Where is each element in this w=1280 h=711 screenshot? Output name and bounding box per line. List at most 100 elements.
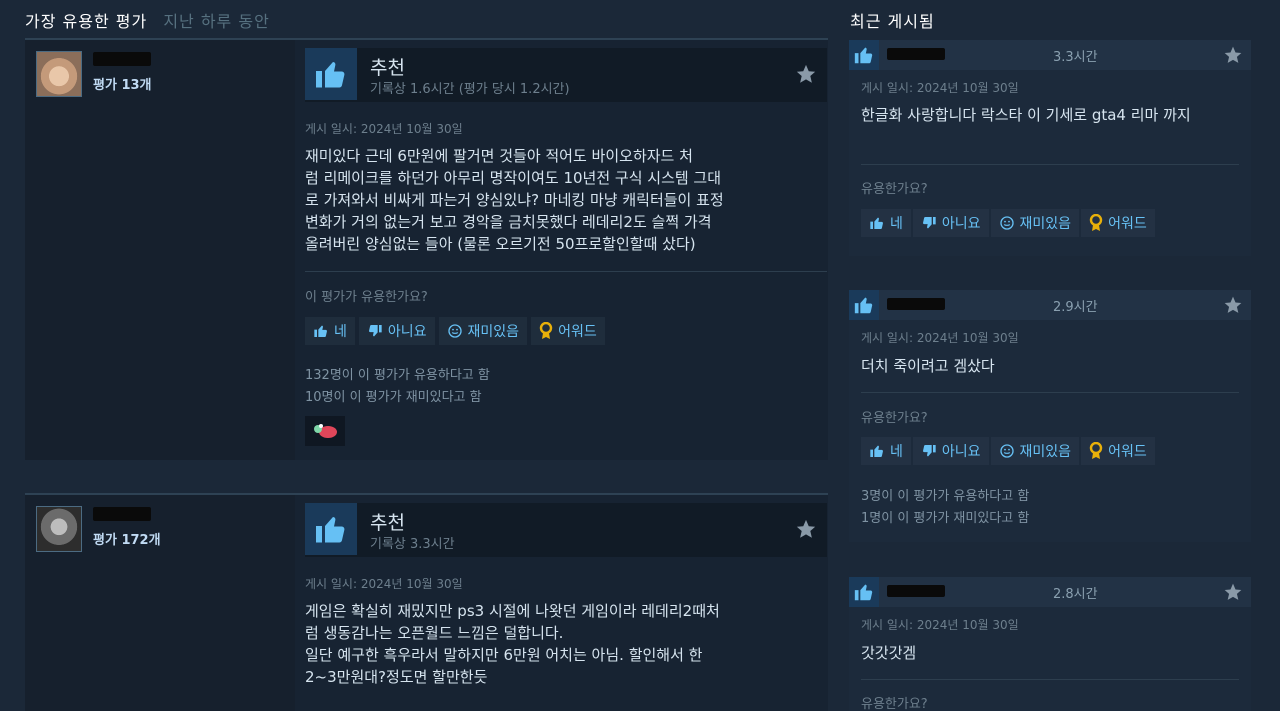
vote-no-button[interactable]: 아니요 bbox=[358, 317, 435, 345]
section-title: 가장 유용한 평가 bbox=[25, 12, 148, 31]
recent-review-header: 3.3시간 bbox=[849, 40, 1251, 70]
reviewer-name-redacted[interactable] bbox=[887, 48, 945, 60]
recent-review-card: 2.9시간 게시 일시: 2024년 10월 30일 더치 죽이려고 겜샀다 유… bbox=[849, 290, 1251, 542]
award-label: 어워드 bbox=[1108, 444, 1147, 460]
vote-no-label: 아니요 bbox=[941, 216, 981, 232]
recommendation-label: 추천 bbox=[370, 57, 405, 79]
review-body: 한글화 사랑합니다 락스타 이 기세로 gta4 리마 까지 bbox=[861, 106, 1191, 124]
recommendation-label: 추천 bbox=[370, 512, 405, 534]
thumbs-up-icon bbox=[314, 325, 327, 337]
award-icon bbox=[539, 322, 553, 339]
helpful-question: 유용한가요? bbox=[861, 182, 928, 197]
recent-review-card: 2.8시간 게시 일시: 2024년 10월 30일 갓갓갓겜 유용한가요? bbox=[849, 577, 1251, 711]
recent-review-card: 3.3시간 게시 일시: 2024년 10월 30일 한글화 사랑합니다 락스타… bbox=[849, 40, 1251, 256]
recent-playtime: 2.8시간 bbox=[1053, 587, 1098, 602]
posted-date: 게시 일시: 2024년 10월 30일 bbox=[305, 577, 463, 591]
posted-date: 게시 일시: 2024년 10월 30일 bbox=[861, 331, 1019, 345]
posted-date: 게시 일시: 2024년 10월 30일 bbox=[861, 81, 1019, 95]
vote-no-button[interactable]: 아니요 bbox=[912, 209, 989, 237]
thumbs-up-icon bbox=[305, 48, 357, 100]
smiley-icon bbox=[999, 216, 1014, 230]
star-icon[interactable] bbox=[1223, 45, 1243, 69]
reviewer-review-count[interactable]: 평가 13개 bbox=[93, 74, 152, 93]
helpful-count: 3명이 이 평가가 유용하다고 함 bbox=[861, 489, 1030, 504]
helpful-question: 이 평가가 유용한가요? bbox=[305, 290, 428, 305]
playtime: 기록상 1.6시간 (평가 당시 1.2시간) bbox=[370, 82, 570, 97]
vote-yes-button[interactable]: 네 bbox=[861, 209, 911, 237]
reviewer-name-redacted[interactable] bbox=[887, 298, 945, 310]
vote-funny-button[interactable]: 재미있음 bbox=[438, 317, 528, 345]
avatar[interactable] bbox=[36, 51, 82, 97]
received-award-icon[interactable] bbox=[305, 416, 345, 446]
funny-count: 1명이 이 평가가 재미있다고 함 bbox=[861, 511, 1030, 526]
star-icon[interactable] bbox=[1223, 295, 1243, 319]
thumbs-down-icon bbox=[922, 217, 936, 229]
vote-no-button[interactable]: 아니요 bbox=[912, 437, 989, 465]
reviewer-pane bbox=[25, 40, 295, 460]
thumbs-up-icon bbox=[870, 217, 883, 229]
award-label: 어워드 bbox=[558, 324, 597, 340]
vote-funny-label: 재미있음 bbox=[467, 324, 520, 340]
award-label: 어워드 bbox=[1108, 216, 1147, 232]
helpful-question: 유용한가요? bbox=[861, 411, 928, 426]
helpful-count: 132명이 이 평가가 유용하다고 함 bbox=[305, 368, 490, 383]
award-button[interactable]: 어워드 bbox=[531, 317, 605, 345]
review-divider bbox=[861, 679, 1239, 680]
thumbs-up-icon bbox=[870, 445, 883, 457]
recent-review-header: 2.9시간 bbox=[849, 290, 1251, 320]
thumbs-up-icon bbox=[305, 503, 357, 555]
thumbs-up-icon bbox=[849, 290, 879, 320]
vote-yes-label: 네 bbox=[334, 324, 347, 340]
vote-funny-button[interactable]: 재미있음 bbox=[990, 437, 1080, 465]
vote-yes-label: 네 bbox=[890, 216, 903, 232]
star-icon[interactable] bbox=[1223, 582, 1243, 606]
vote-funny-label: 재미있음 bbox=[1019, 216, 1072, 232]
reviewer-name-redacted[interactable] bbox=[93, 52, 151, 66]
thumbs-up-icon bbox=[849, 577, 879, 607]
review-divider bbox=[861, 164, 1239, 165]
vote-buttons: 네 아니요 재미있음 어워드 bbox=[861, 437, 1155, 465]
review-body: 재미있다 근데 6만원에 팔거면 것들아 적어도 바이오하자드 처 럼 리메이크… bbox=[305, 147, 724, 253]
award-icon bbox=[1089, 442, 1103, 459]
review-body: 더치 죽이려고 겜샀다 bbox=[861, 357, 995, 375]
review-card: 평가 172개 추천 기록상 3.3시간 게시 일시: 2024년 10월 30… bbox=[25, 495, 828, 711]
review-divider bbox=[305, 271, 827, 272]
award-icon bbox=[1089, 214, 1103, 231]
playtime: 기록상 3.3시간 bbox=[370, 537, 455, 552]
avatar[interactable] bbox=[36, 506, 82, 552]
most-helpful-header: 가장 유용한 평가 지난 하루 동안 bbox=[25, 8, 270, 31]
review-card: 평가 13개 추천 기록상 1.6시간 (평가 당시 1.2시간) 게시 일시:… bbox=[25, 40, 828, 460]
vote-no-label: 아니요 bbox=[941, 444, 981, 460]
recommendation-bar: 추천 기록상 1.6시간 (평가 당시 1.2시간) bbox=[305, 48, 827, 102]
vote-yes-button[interactable]: 네 bbox=[861, 437, 911, 465]
vote-buttons: 네 아니요 재미있음 어워드 bbox=[305, 317, 605, 345]
recent-playtime: 2.9시간 bbox=[1053, 300, 1098, 315]
review-body: 갓갓갓겜 bbox=[861, 644, 917, 662]
thumbs-down-icon bbox=[922, 445, 936, 457]
vote-no-label: 아니요 bbox=[387, 324, 427, 340]
recent-review-header: 2.8시간 bbox=[849, 577, 1251, 607]
reviewer-name-redacted[interactable] bbox=[887, 585, 945, 597]
vote-yes-label: 네 bbox=[890, 444, 903, 460]
star-icon[interactable] bbox=[795, 518, 817, 544]
recent-playtime: 3.3시간 bbox=[1053, 50, 1098, 65]
recommendation-bar: 추천 기록상 3.3시간 bbox=[305, 503, 827, 557]
thumbs-up-icon bbox=[849, 40, 879, 70]
vote-yes-button[interactable]: 네 bbox=[305, 317, 355, 345]
thumbs-down-icon bbox=[368, 325, 382, 337]
reviewer-review-count[interactable]: 평가 172개 bbox=[93, 529, 161, 548]
vote-buttons: 네 아니요 재미있음 어워드 bbox=[861, 209, 1155, 237]
vote-funny-label: 재미있음 bbox=[1019, 444, 1072, 460]
vote-funny-button[interactable]: 재미있음 bbox=[990, 209, 1080, 237]
star-icon[interactable] bbox=[795, 63, 817, 89]
review-divider bbox=[861, 392, 1239, 393]
helpful-question: 유용한가요? bbox=[861, 697, 928, 711]
award-button[interactable]: 어워드 bbox=[1081, 437, 1155, 465]
reviewer-name-redacted[interactable] bbox=[93, 507, 151, 521]
smiley-icon bbox=[999, 444, 1014, 458]
award-button[interactable]: 어워드 bbox=[1081, 209, 1155, 237]
section-subtitle: 지난 하루 동안 bbox=[163, 12, 270, 31]
funny-count: 10명이 이 평가가 재미있다고 함 bbox=[305, 390, 482, 405]
recently-posted-title: 최근 게시됨 bbox=[850, 12, 935, 31]
review-page: 가장 유용한 평가 지난 하루 동안 평가 13개 추천 기록상 1.6시간 (… bbox=[0, 0, 1280, 711]
